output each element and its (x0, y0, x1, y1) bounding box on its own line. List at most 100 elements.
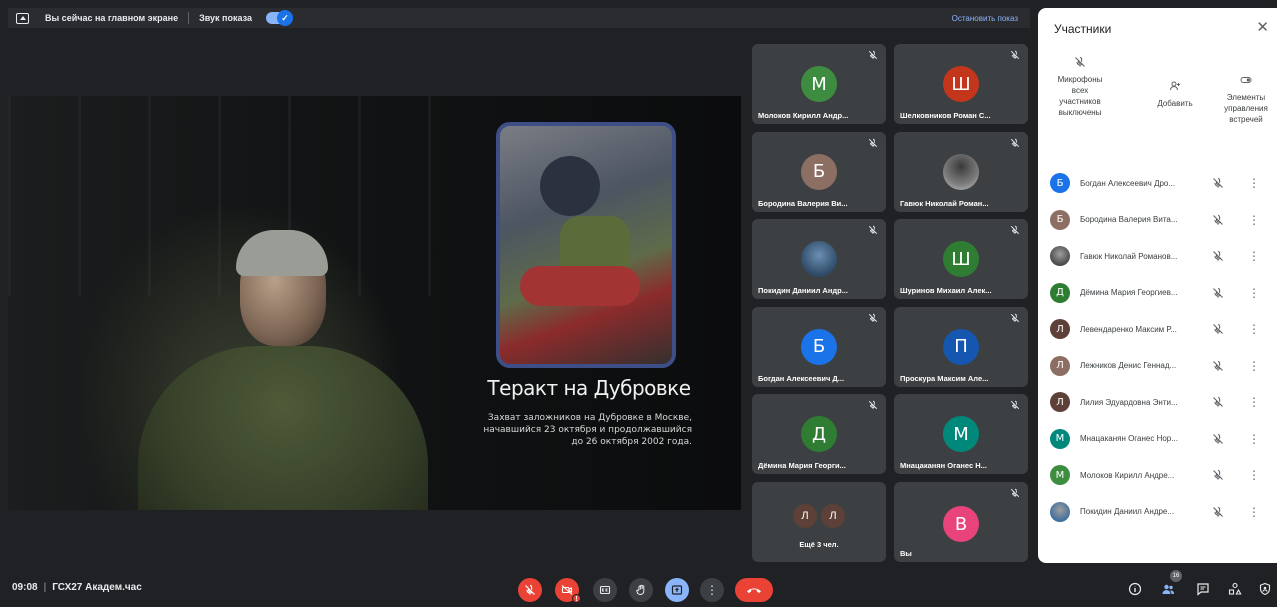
participant-row[interactable]: Б Бородина Валерия Вита... ⋮ (1038, 202, 1277, 239)
closed-captions-icon (599, 585, 611, 595)
more-options-button[interactable]: ⋮ (700, 578, 724, 602)
participant-tile[interactable]: Покидин Даниил Андр... (752, 219, 886, 299)
people-icon[interactable] (1161, 582, 1175, 596)
more-vert-icon[interactable]: ⋮ (1248, 396, 1260, 408)
participant-count-badge: 16 (1170, 570, 1182, 582)
participant-tile[interactable]: М Молоков Кирилл Андр... (752, 44, 886, 124)
mic-off-icon (1213, 214, 1223, 225)
more-participants-label: Ещё 3 чел. (799, 540, 839, 549)
mic-off-icon (1010, 488, 1020, 498)
mic-off-icon (1213, 396, 1223, 407)
mic-off-icon (868, 313, 878, 322)
captions-button[interactable] (593, 578, 617, 602)
host-controls-icon[interactable] (1258, 582, 1272, 596)
present-now-button[interactable] (665, 578, 689, 602)
sound-toggle[interactable]: ✓ (265, 10, 293, 26)
raise-hand-icon (636, 584, 645, 595)
sound-label: Звук показа (199, 13, 252, 23)
toggle-icon (1240, 77, 1252, 83)
mic-off-icon (1213, 433, 1223, 444)
participant-row[interactable]: Гавюк Николай Романов... ⋮ (1038, 238, 1277, 275)
panel-actions: Микрофоны всех участников выключены Доба… (1038, 56, 1277, 156)
participant-tile[interactable]: Ш Шуринов Михаил Алек... (894, 219, 1028, 299)
participant-tile[interactable]: М Мнацаканян Оганес Н... (894, 394, 1028, 474)
more-vert-icon[interactable]: ⋮ (1248, 360, 1260, 372)
participant-tile[interactable]: Б Бородина Валерия Ви... (752, 131, 886, 212)
close-icon[interactable]: ✕ (1256, 18, 1269, 36)
mic-off-icon (868, 400, 878, 410)
participant-row[interactable]: Д Дёмина Мария Георгиев... ⋮ (1038, 275, 1277, 312)
meeting-details-icon[interactable] (1128, 582, 1142, 596)
more-vert-icon[interactable]: ⋮ (1248, 433, 1260, 445)
check-icon: ✓ (276, 10, 293, 26)
participant-row[interactable]: Л Лежников Денис Геннад... ⋮ (1038, 348, 1277, 385)
avatar: М (801, 66, 837, 102)
participant-tile[interactable]: Гавюк Николай Роман... (894, 131, 1028, 212)
participant-row[interactable]: М Молоков Кирилл Андре... ⋮ (1038, 457, 1277, 494)
chat-icon[interactable] (1196, 582, 1210, 596)
more-avatars: Л Л (793, 504, 845, 528)
mic-off-icon (1213, 506, 1223, 517)
mic-off-icon (868, 225, 878, 235)
participants-panel: Участники ✕ Микрофоны всех участников вы… (1038, 8, 1277, 563)
host-controls-label: Элементы управления встречей (1224, 93, 1268, 124)
self-tile[interactable]: В Вы (894, 482, 1028, 562)
raise-hand-button[interactable] (629, 578, 653, 602)
present-screen-icon (671, 585, 683, 595)
avatar: Л (1050, 355, 1070, 376)
participant-row[interactable]: Л Лилия Эдуардовна Энти... ⋮ (1038, 384, 1277, 421)
participant-tile[interactable]: Д Дёмина Мария Георги... (752, 394, 886, 474)
participant-row[interactable]: Б Богдан Алексеевич Дро... ⋮ (1038, 165, 1277, 202)
more-vert-icon[interactable]: ⋮ (1248, 506, 1260, 518)
avatar: П (943, 328, 979, 365)
activities-icon[interactable] (1228, 582, 1242, 596)
participant-tile[interactable]: П Проскура Максим Але... (894, 306, 1028, 387)
avatar (943, 153, 979, 190)
presenting-text: Вы сейчас на главном экране (45, 13, 179, 23)
avatar (801, 241, 837, 277)
meeting-name: ГСХ27 Академ.час (52, 582, 142, 593)
avatar: М (1050, 465, 1070, 486)
more-vert-icon[interactable]: ⋮ (1248, 323, 1260, 335)
participant-name: Молоков Кирилл Андре... (1080, 470, 1175, 480)
avatar: Л (1050, 319, 1070, 340)
mic-off-icon (1213, 323, 1223, 334)
add-person-icon (1170, 81, 1180, 91)
participant-tile[interactable]: Ш Шелковников Роман С... (894, 44, 1028, 124)
leave-call-button[interactable] (735, 578, 773, 602)
host-controls-action[interactable]: Элементы управления встречей (1218, 74, 1274, 125)
participant-name: Гавюк Николай Роман... (900, 198, 989, 208)
participant-name: Шуринов Михаил Алек... (900, 286, 992, 295)
participant-name: Проскура Максим Але... (900, 373, 989, 383)
participant-name: Покидин Даниил Андре... (1080, 507, 1175, 517)
participant-name: Молоков Кирилл Андр... (758, 111, 849, 120)
bottom-bar: 09:08 | ГСХ27 Академ.час ! ⋮ (0, 570, 1277, 607)
mute-all-action[interactable]: Микрофоны всех участников выключены (1050, 56, 1110, 118)
presenting-banner: Вы сейчас на главном экране Звук показа … (8, 8, 1030, 28)
participant-row[interactable]: Л Левендаренко Максим Р... ⋮ (1038, 311, 1277, 348)
participant-row[interactable]: Покидин Даниил Андре... ⋮ (1038, 494, 1277, 531)
participant-name: Гавюк Николай Романов... (1080, 251, 1178, 261)
avatar: Л (1050, 392, 1070, 413)
slide-title: Теракт на Дубровке (487, 376, 691, 400)
hang-up-icon (747, 588, 761, 593)
clock-time: 09:08 (12, 582, 38, 593)
mic-toggle-button[interactable] (518, 578, 542, 602)
participant-row[interactable]: М Мнацаканян Оганес Нор... ⋮ (1038, 421, 1277, 458)
participant-name: Бородина Валерия Ви... (758, 198, 848, 208)
participant-name: Лилия Эдуардовна Энти... (1080, 397, 1178, 407)
more-vert-icon[interactable]: ⋮ (1248, 250, 1260, 262)
participant-tile[interactable]: Б Богдан Алексеевич Д... (752, 306, 886, 387)
add-people-action[interactable]: Добавить (1150, 80, 1200, 109)
mic-off-icon (1213, 250, 1223, 261)
stop-presenting-button[interactable]: Остановить показ (952, 14, 1022, 23)
more-participants-tile[interactable]: Л Л Ещё 3 чел. (752, 482, 886, 562)
more-vert-icon[interactable]: ⋮ (1248, 177, 1260, 189)
avatar: Б (1050, 209, 1070, 230)
presentation-screen: Теракт на Дубровке Захват заложников на … (8, 96, 741, 510)
more-vert-icon[interactable]: ⋮ (1248, 469, 1260, 481)
more-vert-icon: ⋮ (706, 583, 718, 597)
more-vert-icon[interactable]: ⋮ (1248, 287, 1260, 299)
camera-toggle-button[interactable]: ! (555, 578, 581, 603)
more-vert-icon[interactable]: ⋮ (1248, 214, 1260, 226)
